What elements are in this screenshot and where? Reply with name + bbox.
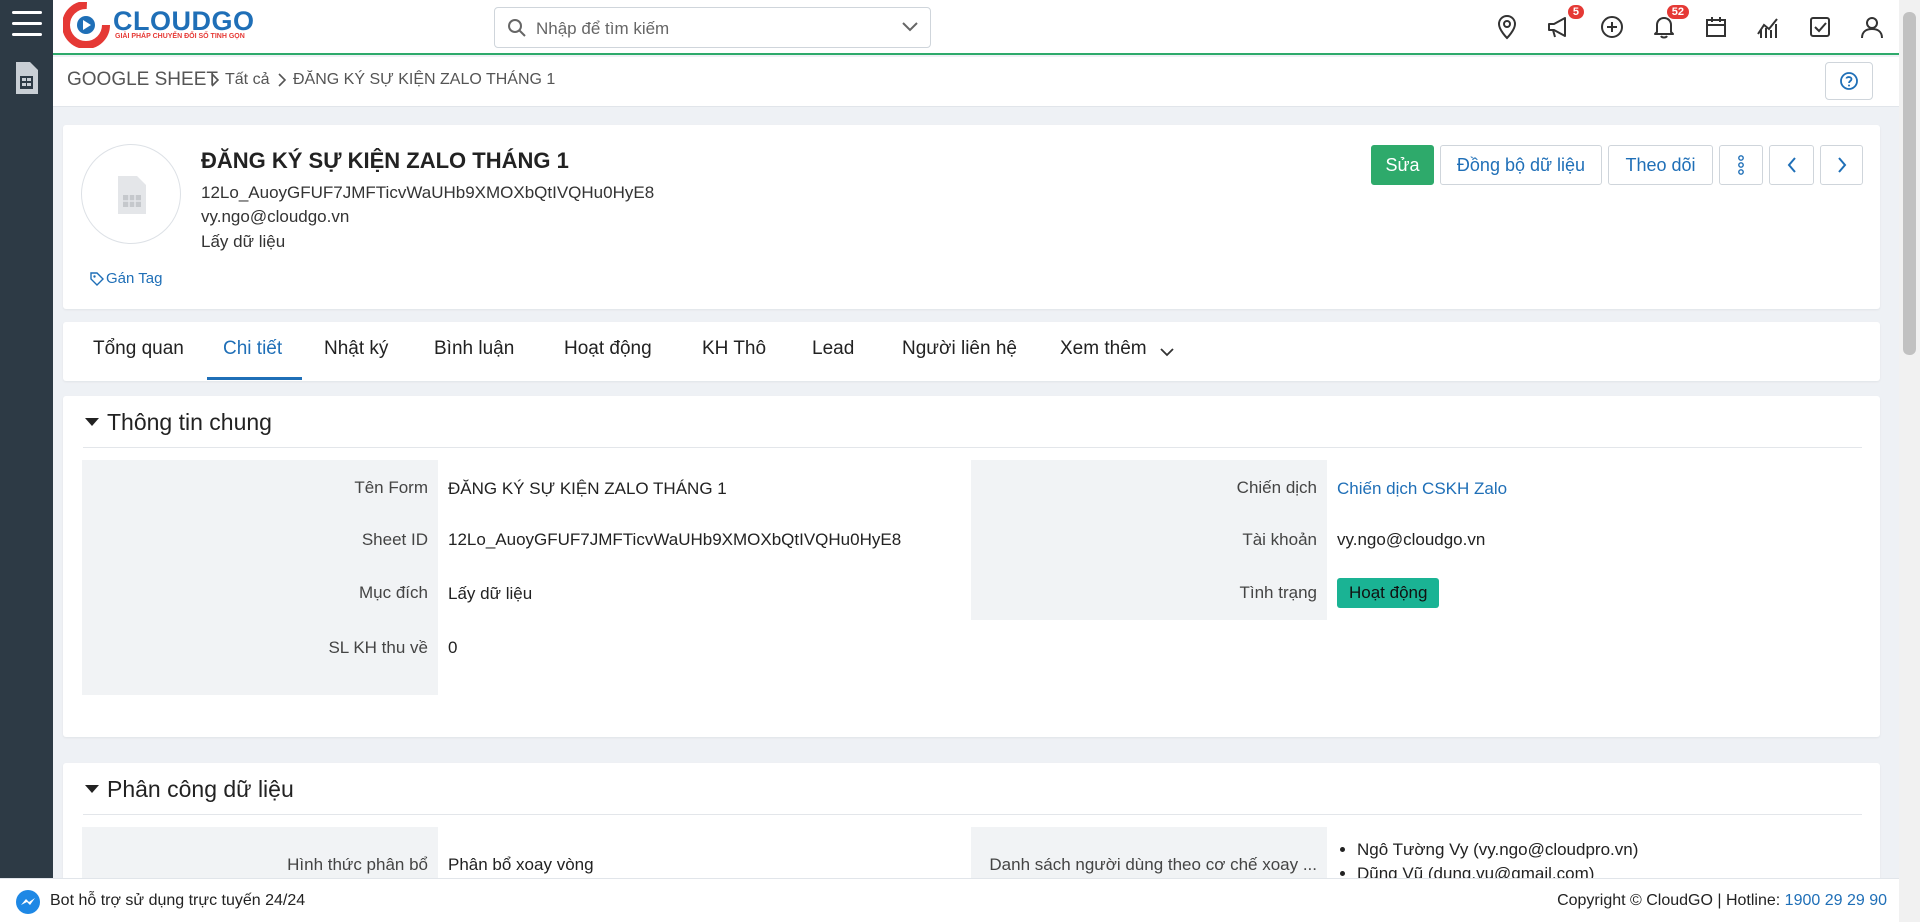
spreadsheet-file-icon <box>118 176 146 214</box>
field-value-customer-count: 0 <box>448 638 458 657</box>
tabs-bar: Tổng quan Chi tiết Nhật ký Bình luận Hoạ… <box>63 322 1880 381</box>
record-header: ĐĂNG KÝ SỰ KIỆN ZALO THÁNG 1 12Lo_AuoyGF… <box>63 125 1880 309</box>
field-label-customer-count: SL KH thu về <box>328 638 428 657</box>
section-title[interactable]: Phân công dữ liệu <box>107 776 294 803</box>
collapse-caret-icon[interactable] <box>85 785 99 793</box>
field-label-allocation-method: Hình thức phân bổ <box>287 855 428 874</box>
next-record-button[interactable] <box>1820 145 1863 185</box>
general-info-section: Thông tin chung Tên Form ĐĂNG KÝ SỰ KIỆN… <box>63 396 1880 737</box>
menu-icon[interactable] <box>12 11 42 37</box>
messenger-icon[interactable] <box>15 889 41 915</box>
map-pin-icon[interactable] <box>1494 14 1520 40</box>
data-assignment-section: Phân công dữ liệu Hình thức phân bổ Phân… <box>63 763 1880 897</box>
field-label-account: Tài khoản <box>1242 530 1317 549</box>
tab-more[interactable]: Xem thêm <box>1060 338 1147 360</box>
record-sheet-id: 12Lo_AuoyGFUF7JMFTicvWaUHb9XMOXbQtIVQHu0… <box>201 183 655 202</box>
megaphone-icon[interactable]: 5 <box>1546 5 1584 40</box>
top-bar: CLOUDGO GIẢI PHÁP CHUYỂN ĐỔI SỐ TINH GỌN… <box>53 0 1899 55</box>
sync-data-button[interactable]: Đồng bộ dữ liệu <box>1440 145 1602 185</box>
field-value-sheet-id: 12Lo_AuoyGFUF7JMFTicvWaUHb9XMOXbQtIVQHu0… <box>448 530 902 549</box>
divider <box>83 447 1862 448</box>
plus-circle-icon[interactable] <box>1599 14 1625 40</box>
active-tab-indicator <box>207 377 302 380</box>
spreadsheet-icon[interactable] <box>14 62 38 94</box>
left-rail <box>0 0 53 922</box>
chevron-down-icon[interactable] <box>902 21 918 33</box>
more-vertical-icon <box>1738 155 1744 175</box>
previous-record-button[interactable] <box>1769 145 1814 185</box>
assign-tag-link[interactable]: Gán Tag <box>90 270 162 287</box>
notification-badge: 52 <box>1666 5 1689 19</box>
breadcrumb-module[interactable]: GOOGLE SHEET <box>67 69 218 91</box>
question-icon <box>1840 72 1858 90</box>
field-value-allocation-method: Phân bổ xoay vòng <box>448 855 594 874</box>
avatar <box>81 144 181 244</box>
assign-tag-label: Gán Tag <box>106 270 163 287</box>
search-input[interactable]: Nhập để tìm kiếm <box>536 19 669 39</box>
breadcrumb-all[interactable]: Tất cả <box>225 71 269 89</box>
chevron-right-icon <box>211 73 220 87</box>
scrollbar[interactable] <box>1899 0 1920 922</box>
help-button[interactable] <box>1825 62 1873 100</box>
field-value-campaign-link[interactable]: Chiến dịch CSKH Zalo <box>1337 479 1507 499</box>
footer: Bot hỗ trợ sử dụng trực tuyến 24/24 Copy… <box>0 878 1899 922</box>
chart-icon[interactable] <box>1755 14 1781 40</box>
field-label-form-name: Tên Form <box>354 478 428 497</box>
notification-badge: 5 <box>1567 5 1584 19</box>
calendar-icon[interactable] <box>1703 14 1729 40</box>
copyright-label: Copyright © CloudGO | Hotline: <box>1557 892 1785 909</box>
brand-tagline: GIẢI PHÁP CHUYỂN ĐỔI SỐ TINH GỌN <box>115 33 245 40</box>
tab-comments[interactable]: Bình luận <box>434 338 514 360</box>
tab-details[interactable]: Chi tiết <box>223 338 282 360</box>
chevron-left-icon <box>1787 157 1796 173</box>
tab-activities[interactable]: Hoạt động <box>564 338 652 360</box>
divider <box>83 814 1862 815</box>
tab-raw-customers[interactable]: KH Thô <box>702 338 766 360</box>
field-label-status: Tình trạng <box>1239 583 1318 602</box>
chevron-right-icon <box>278 73 287 87</box>
edit-button[interactable]: Sửa <box>1371 145 1434 185</box>
status-badge: Hoạt động <box>1337 578 1440 608</box>
support-bot-text[interactable]: Bot hỗ trợ sử dụng trực tuyến 24/24 <box>50 892 305 910</box>
breadcrumb: GOOGLE SHEET Tất cả ĐĂNG KÝ SỰ KIỆN ZALO… <box>53 57 1899 107</box>
field-label-rotation-users: Danh sách người dùng theo cơ chế xoay ..… <box>989 855 1317 874</box>
hotline-link[interactable]: 1900 29 29 90 <box>1785 892 1887 909</box>
record-purpose: Lấy dữ liệu <box>201 232 286 251</box>
bell-icon[interactable]: 52 <box>1651 5 1689 40</box>
breadcrumb-current: ĐĂNG KÝ SỰ KIỆN ZALO THÁNG 1 <box>293 71 556 88</box>
follow-button[interactable]: Theo dõi <box>1608 145 1713 185</box>
collapse-caret-icon[interactable] <box>85 418 99 426</box>
tab-contacts[interactable]: Người liên hệ <box>902 338 1017 360</box>
field-label-sheet-id: Sheet ID <box>361 530 428 549</box>
chevron-right-icon <box>1837 157 1846 173</box>
field-label-campaign: Chiến dịch <box>1236 478 1317 497</box>
record-title: ĐĂNG KÝ SỰ KIỆN ZALO THÁNG 1 <box>201 148 569 173</box>
scrollbar-thumb[interactable] <box>1903 12 1916 355</box>
field-value-form-name: ĐĂNG KÝ SỰ KIỆN ZALO THÁNG 1 <box>448 479 727 498</box>
copyright-text: Copyright © CloudGO | Hotline: 1900 29 2… <box>1557 892 1887 910</box>
chevron-down-icon[interactable] <box>1160 347 1174 357</box>
section-title[interactable]: Thông tin chung <box>107 409 272 436</box>
tab-lead[interactable]: Lead <box>812 338 854 360</box>
tab-overview[interactable]: Tổng quan <box>93 338 184 360</box>
cloudgo-logo[interactable]: CLOUDGO GIẢI PHÁP CHUYỂN ĐỔI SỐ TINH GỌN <box>63 2 254 50</box>
field-value-purpose: Lấy dữ liệu <box>448 584 533 603</box>
tab-log[interactable]: Nhật ký <box>324 338 388 360</box>
field-value-account: vy.ngo@cloudgo.vn <box>1337 530 1486 549</box>
checkbox-icon[interactable] <box>1807 14 1833 40</box>
tag-icon <box>90 272 104 287</box>
field-label-purpose: Mục đích <box>359 583 428 602</box>
list-item: Ngô Tường Vy (vy.ngo@cloudpro.vn) <box>1357 840 1638 860</box>
user-icon[interactable] <box>1859 14 1885 40</box>
search-box[interactable]: Nhập để tìm kiếm <box>494 7 931 48</box>
more-actions-button[interactable] <box>1719 145 1763 185</box>
record-email: vy.ngo@cloudgo.vn <box>201 207 350 226</box>
search-icon <box>508 19 526 37</box>
